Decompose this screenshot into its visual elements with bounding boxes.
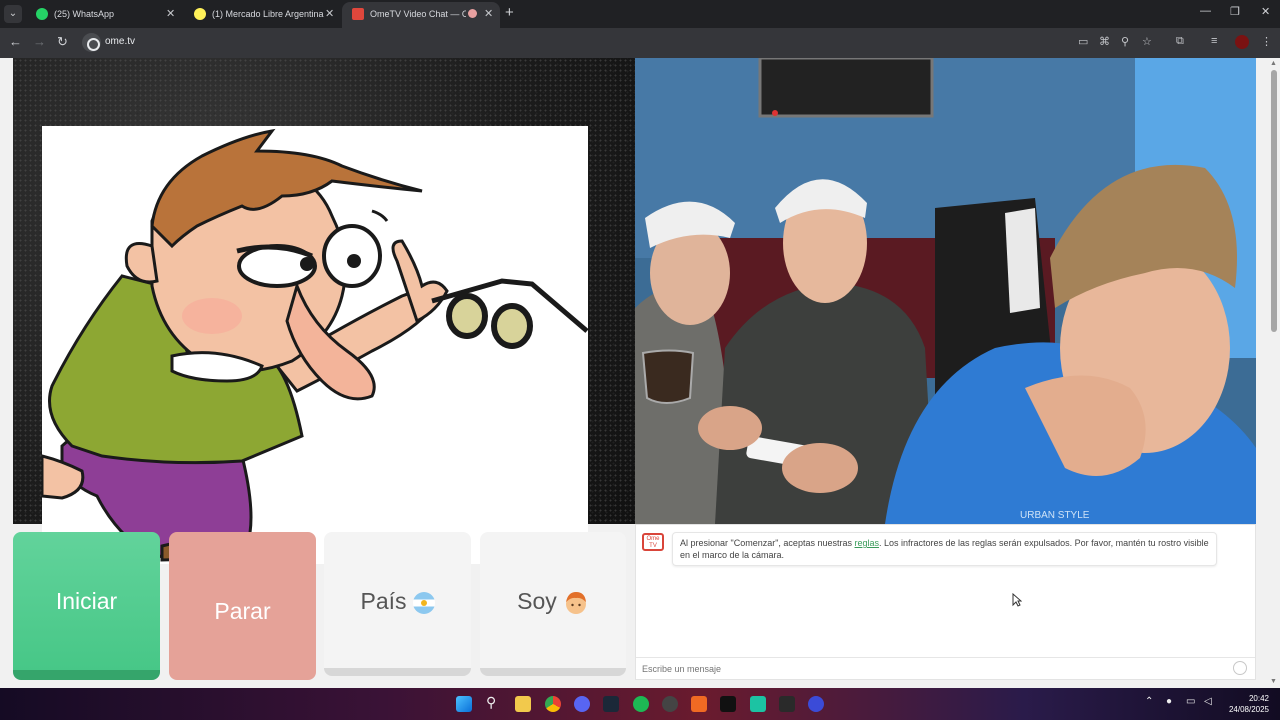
start-button-label: Iniciar <box>55 588 118 614</box>
emoji-icon[interactable] <box>1233 661 1247 675</box>
notice-text: Al presionar "Comenzar", aceptas nuestra… <box>680 538 855 548</box>
cast-icon[interactable]: ▭ <box>1078 35 1088 48</box>
recording-icon <box>468 9 477 18</box>
start-button[interactable]: Iniciar <box>13 532 160 680</box>
app-icon[interactable] <box>662 696 678 712</box>
tab-search-icon[interactable]: ⌄ <box>4 5 22 23</box>
new-tab-icon[interactable]: + <box>505 4 514 21</box>
extensions-icon[interactable]: ⧉ <box>1176 35 1184 48</box>
chat-input-row <box>636 657 1255 679</box>
app-blue-icon[interactable] <box>808 696 824 712</box>
tray-overflow-icon[interactable]: ⌃ <box>1145 696 1153 707</box>
site-info-icon[interactable] <box>82 33 101 52</box>
steam-icon[interactable] <box>603 696 619 712</box>
country-selector-button[interactable]: País <box>324 532 471 676</box>
system-clock[interactable]: 20:42 24/08/2025 <box>1225 693 1269 715</box>
rules-notice: Al presionar "Comenzar", aceptas nuestra… <box>672 532 1217 566</box>
microphone-icon[interactable]: ● <box>1166 696 1172 707</box>
tab-strip: ⌄ (25) WhatsApp ✕ (1) Mercado Libre Arge… <box>0 0 1280 28</box>
stranger-video-frame: URBAN STYLE <box>635 58 1256 524</box>
tiktok-icon[interactable] <box>720 696 736 712</box>
volume-icon[interactable]: ◁ <box>1204 696 1212 707</box>
epic-games-icon[interactable] <box>779 696 795 712</box>
clock-date: 24/08/2025 <box>1228 705 1269 714</box>
scroll-up-icon[interactable]: ▲ <box>1270 60 1277 67</box>
search-icon[interactable]: ⚲ <box>486 694 496 711</box>
scrollbar-thumb[interactable] <box>1271 70 1277 332</box>
gender-selector-button[interactable]: Soy <box>480 532 626 676</box>
page-scrollbar[interactable]: ▲ ▼ <box>1268 58 1280 688</box>
app-orange-icon[interactable] <box>691 696 707 712</box>
file-explorer-icon[interactable] <box>515 696 531 712</box>
close-tab-icon[interactable]: ✕ <box>484 2 493 26</box>
chat-panel: Ome TV Al presionar "Comenzar", aceptas … <box>635 524 1256 680</box>
svg-text:URBAN STYLE: URBAN STYLE <box>1020 510 1090 521</box>
close-tab-icon[interactable]: ✕ <box>166 2 175 26</box>
whatsapp-icon <box>36 8 48 20</box>
close-window-icon[interactable]: ✕ <box>1261 5 1270 18</box>
cartoon-illustration <box>42 128 588 562</box>
tab-label: (25) WhatsApp <box>54 9 115 19</box>
tab-label: OmeTV Video Chat — Ome <box>370 9 466 19</box>
address-bar[interactable]: ome.tv <box>105 36 135 47</box>
ometv-icon <box>352 8 364 20</box>
boy-face-icon <box>563 590 589 616</box>
forward-icon[interactable]: → <box>33 34 46 49</box>
menu-icon[interactable]: ⋮ <box>1261 35 1272 48</box>
mouse-cursor-icon <box>1012 593 1022 607</box>
close-tab-icon[interactable]: ✕ <box>325 2 334 26</box>
chrome-icon[interactable] <box>545 696 561 712</box>
mercadolibre-icon <box>194 8 206 20</box>
bookmark-star-icon[interactable]: ☆ <box>1142 35 1152 48</box>
back-icon[interactable]: ← <box>9 34 22 49</box>
media-control-icon[interactable]: ≡ <box>1211 35 1217 47</box>
ometv-logo: Ome TV <box>642 533 664 551</box>
profile-avatar[interactable] <box>1235 35 1249 49</box>
app-teal-icon[interactable] <box>750 696 766 712</box>
windows-taskbar: ⚲ ⌃ ● ▭ ◁ 20:42 24/08/2025 <box>0 688 1280 720</box>
country-label: País <box>360 588 407 614</box>
tab-label: (1) Mercado Libre Argentina - E <box>212 9 324 19</box>
message-input[interactable] <box>642 661 1222 677</box>
tab-mercadolibre[interactable]: (1) Mercado Libre Argentina - E ✕ <box>184 2 342 28</box>
tab-whatsapp[interactable]: (25) WhatsApp ✕ <box>26 2 184 28</box>
stop-button[interactable]: Parar <box>169 532 316 680</box>
cartoon-glasses-man-image <box>42 126 588 564</box>
stop-button-label: Parar <box>214 598 271 624</box>
tab-ometv[interactable]: OmeTV Video Chat — Ome ✕ <box>342 2 500 28</box>
discord-icon[interactable] <box>574 696 590 712</box>
scroll-down-icon[interactable]: ▼ <box>1270 678 1277 685</box>
clock-time: 20:42 <box>1248 694 1269 703</box>
argentina-flag-icon <box>412 591 435 614</box>
zoom-icon[interactable]: ⚲ <box>1121 35 1129 48</box>
browser-toolbar: ← → ↻ ome.tv ▭ ⌘ ⚲ ☆ ⧉ ≡ ⋮ <box>0 28 1280 58</box>
windows-start-icon[interactable] <box>456 696 472 712</box>
translate-icon[interactable]: ⌘ <box>1099 35 1110 48</box>
stranger-video-feed: URBAN STYLE <box>635 58 1256 524</box>
network-icon[interactable]: ▭ <box>1186 696 1195 707</box>
rules-link[interactable]: reglas <box>854 538 879 548</box>
restore-icon[interactable]: ❐ <box>1230 5 1240 18</box>
spotify-icon[interactable] <box>633 696 649 712</box>
gender-label: Soy <box>517 588 557 614</box>
reload-icon[interactable]: ↻ <box>57 34 68 50</box>
minimize-icon[interactable]: — <box>1200 5 1211 17</box>
